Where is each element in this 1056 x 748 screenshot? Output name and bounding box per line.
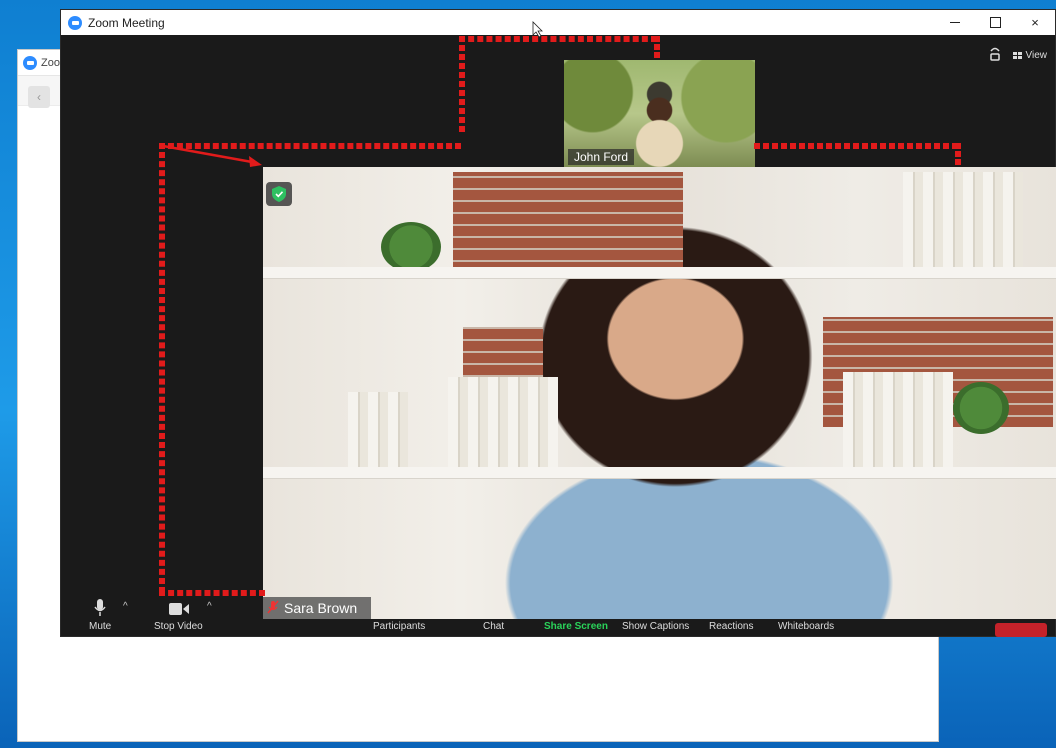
annotation-dash-line bbox=[654, 36, 660, 58]
stop-video-button-label[interactable]: Stop Video bbox=[154, 621, 203, 632]
background-books bbox=[348, 392, 408, 472]
green-shield-icon[interactable] bbox=[266, 182, 292, 206]
chevron-left-icon[interactable]: ‹ bbox=[28, 86, 50, 108]
background-plant bbox=[953, 382, 1009, 434]
annotation-dash-line bbox=[955, 143, 961, 165]
top-right-tools: View bbox=[989, 46, 1048, 65]
share-screen-button[interactable]: Share Screen bbox=[544, 621, 608, 632]
end-meeting-button[interactable] bbox=[995, 623, 1047, 637]
annotation-dash-line bbox=[459, 36, 465, 132]
grid-icon bbox=[1012, 52, 1022, 59]
minimize-icon[interactable] bbox=[935, 10, 975, 35]
zoom-logo-icon bbox=[68, 15, 82, 30]
whiteboards-button[interactable]: Whiteboards bbox=[778, 621, 834, 632]
maximize-icon[interactable] bbox=[975, 10, 1015, 35]
thumbnail-name-tag: John Ford bbox=[568, 149, 635, 165]
mute-options-caret[interactable]: ^ bbox=[123, 601, 128, 612]
background-shelf bbox=[263, 267, 1056, 279]
background-books bbox=[448, 377, 558, 472]
window-title: Zoom Meeting bbox=[88, 15, 165, 30]
chat-button[interactable]: Chat bbox=[483, 621, 504, 632]
annotation-dash-line bbox=[159, 590, 265, 596]
shield-info-icon[interactable] bbox=[989, 46, 1001, 65]
background-plant bbox=[381, 222, 441, 272]
zoom-logo-icon bbox=[23, 55, 37, 70]
mute-button-label[interactable]: Mute bbox=[89, 621, 111, 632]
annotation-dash-line bbox=[159, 143, 165, 593]
background-books bbox=[903, 172, 1023, 267]
annotation-dash-line bbox=[459, 36, 657, 42]
speaker-name: Sara Brown bbox=[284, 600, 358, 616]
background-bricks bbox=[453, 172, 683, 272]
participants-button[interactable]: Participants bbox=[373, 621, 425, 632]
annotation-dash-line bbox=[754, 143, 958, 149]
view-label: View bbox=[1025, 50, 1048, 61]
video-options-caret[interactable]: ^ bbox=[207, 601, 212, 612]
close-icon[interactable]: × bbox=[1015, 10, 1055, 35]
window-titlebar[interactable]: Zoom Meeting × bbox=[61, 10, 1055, 35]
active-speaker-video[interactable]: Sara Brown bbox=[263, 167, 1056, 619]
participant-thumbnail[interactable]: John Ford bbox=[564, 60, 755, 167]
show-captions-button[interactable]: Show Captions bbox=[622, 621, 689, 632]
view-button[interactable]: View bbox=[1012, 50, 1048, 61]
speaker-name-tag: Sara Brown bbox=[263, 597, 372, 619]
microphone-icon[interactable] bbox=[94, 599, 106, 620]
muted-mic-icon bbox=[267, 600, 279, 617]
annotation-dash-line bbox=[159, 143, 461, 149]
background-shelf bbox=[263, 467, 1056, 479]
video-camera-icon[interactable] bbox=[169, 603, 189, 618]
reactions-button[interactable]: Reactions bbox=[709, 621, 753, 632]
background-books bbox=[843, 372, 953, 472]
